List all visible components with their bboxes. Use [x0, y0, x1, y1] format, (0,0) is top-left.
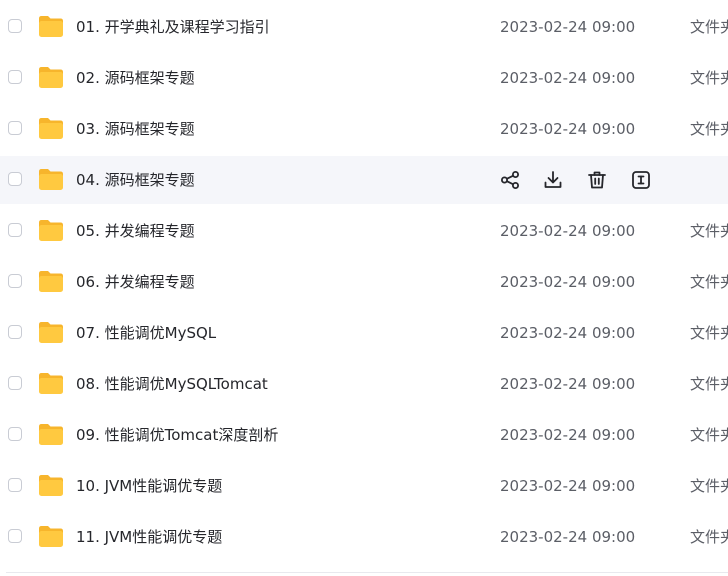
modified-date: 2023-02-24 09:00: [500, 528, 636, 546]
row-checkbox[interactable]: [8, 376, 22, 390]
file-name[interactable]: 03. 源码框架专题: [76, 105, 195, 153]
file-row[interactable]: 11. JVM性能调优专题 2023-02-24 09:00 文件夹: [0, 513, 728, 561]
modified-date: 2023-02-24 09:00: [500, 69, 636, 87]
folder-icon: [38, 167, 64, 191]
file-name[interactable]: 02. 源码框架专题: [76, 54, 195, 102]
folder-icon: [38, 473, 64, 497]
row-checkbox[interactable]: [8, 325, 22, 339]
row-checkbox[interactable]: [8, 172, 22, 186]
file-name[interactable]: 08. 性能调优MySQLTomcat: [76, 360, 268, 408]
file-type: 文件夹: [690, 528, 728, 546]
file-row[interactable]: 05. 并发编程专题 2023-02-24 09:00 文件夹: [0, 207, 728, 255]
file-type: 文件夹: [690, 375, 728, 393]
folder-icon: [38, 218, 64, 242]
file-row[interactable]: 02. 源码框架专题 2023-02-24 09:00 文件夹: [0, 54, 728, 102]
file-name[interactable]: 11. JVM性能调优专题: [76, 513, 222, 561]
rename-icon[interactable]: [629, 168, 653, 192]
folder-icon: [38, 524, 64, 548]
file-row[interactable]: 03. 源码框架专题 2023-02-24 09:00 文件夹: [0, 105, 728, 153]
file-row[interactable]: 09. 性能调优Tomcat深度剖析 2023-02-24 09:00 文件夹: [0, 411, 728, 459]
row-checkbox[interactable]: [8, 427, 22, 441]
file-type: 文件夹: [690, 18, 728, 36]
modified-date: 2023-02-24 09:00: [500, 477, 636, 495]
folder-icon: [38, 422, 64, 446]
download-icon[interactable]: [541, 168, 565, 192]
file-name[interactable]: 05. 并发编程专题: [76, 207, 195, 255]
file-name[interactable]: 04. 源码框架专题: [76, 156, 195, 204]
modified-date: 2023-02-24 09:00: [500, 222, 636, 240]
folder-icon: [38, 14, 64, 38]
modified-date: 2023-02-24 09:00: [500, 324, 636, 342]
file-name[interactable]: 01. 开学典礼及课程学习指引: [76, 3, 270, 51]
file-row[interactable]: 10. JVM性能调优专题 2023-02-24 09:00 文件夹: [0, 462, 728, 510]
row-checkbox[interactable]: [8, 274, 22, 288]
row-checkbox[interactable]: [8, 121, 22, 135]
file-type: 文件夹: [690, 222, 728, 240]
row-checkbox[interactable]: [8, 19, 22, 33]
file-row-hovered[interactable]: 04. 源码框架专题: [0, 156, 728, 204]
file-type: 文件夹: [690, 324, 728, 342]
modified-date: 2023-02-24 09:00: [500, 273, 636, 291]
modified-date: 2023-02-24 09:00: [500, 426, 636, 444]
row-checkbox[interactable]: [8, 70, 22, 84]
folder-icon: [38, 320, 64, 344]
share-icon[interactable]: [498, 168, 522, 192]
file-name[interactable]: 06. 并发编程专题: [76, 258, 195, 306]
file-name[interactable]: 07. 性能调优MySQL: [76, 309, 216, 357]
row-checkbox[interactable]: [8, 223, 22, 237]
file-name[interactable]: 10. JVM性能调优专题: [76, 462, 222, 510]
file-row[interactable]: 06. 并发编程专题 2023-02-24 09:00 文件夹: [0, 258, 728, 306]
file-row[interactable]: 07. 性能调优MySQL 2023-02-24 09:00 文件夹: [0, 309, 728, 357]
modified-date: 2023-02-24 09:00: [500, 375, 636, 393]
delete-icon[interactable]: [585, 168, 609, 192]
file-type: 文件夹: [690, 426, 728, 444]
file-name[interactable]: 09. 性能调优Tomcat深度剖析: [76, 411, 278, 459]
modified-date: 2023-02-24 09:00: [500, 120, 636, 138]
row-checkbox[interactable]: [8, 478, 22, 492]
file-type: 文件夹: [690, 120, 728, 138]
file-type: 文件夹: [690, 69, 728, 87]
folder-icon: [38, 269, 64, 293]
file-list: 01. 开学典礼及课程学习指引 2023-02-24 09:00 文件夹 02.…: [0, 0, 728, 576]
folder-icon: [38, 65, 64, 89]
folder-icon: [38, 116, 64, 140]
row-checkbox[interactable]: [8, 529, 22, 543]
list-bottom-divider: [6, 572, 728, 573]
file-type: 文件夹: [690, 273, 728, 291]
file-row[interactable]: 08. 性能调优MySQLTomcat 2023-02-24 09:00 文件夹: [0, 360, 728, 408]
file-type: 文件夹: [690, 477, 728, 495]
folder-icon: [38, 371, 64, 395]
file-row[interactable]: 01. 开学典礼及课程学习指引 2023-02-24 09:00 文件夹: [0, 3, 728, 51]
modified-date: 2023-02-24 09:00: [500, 18, 636, 36]
